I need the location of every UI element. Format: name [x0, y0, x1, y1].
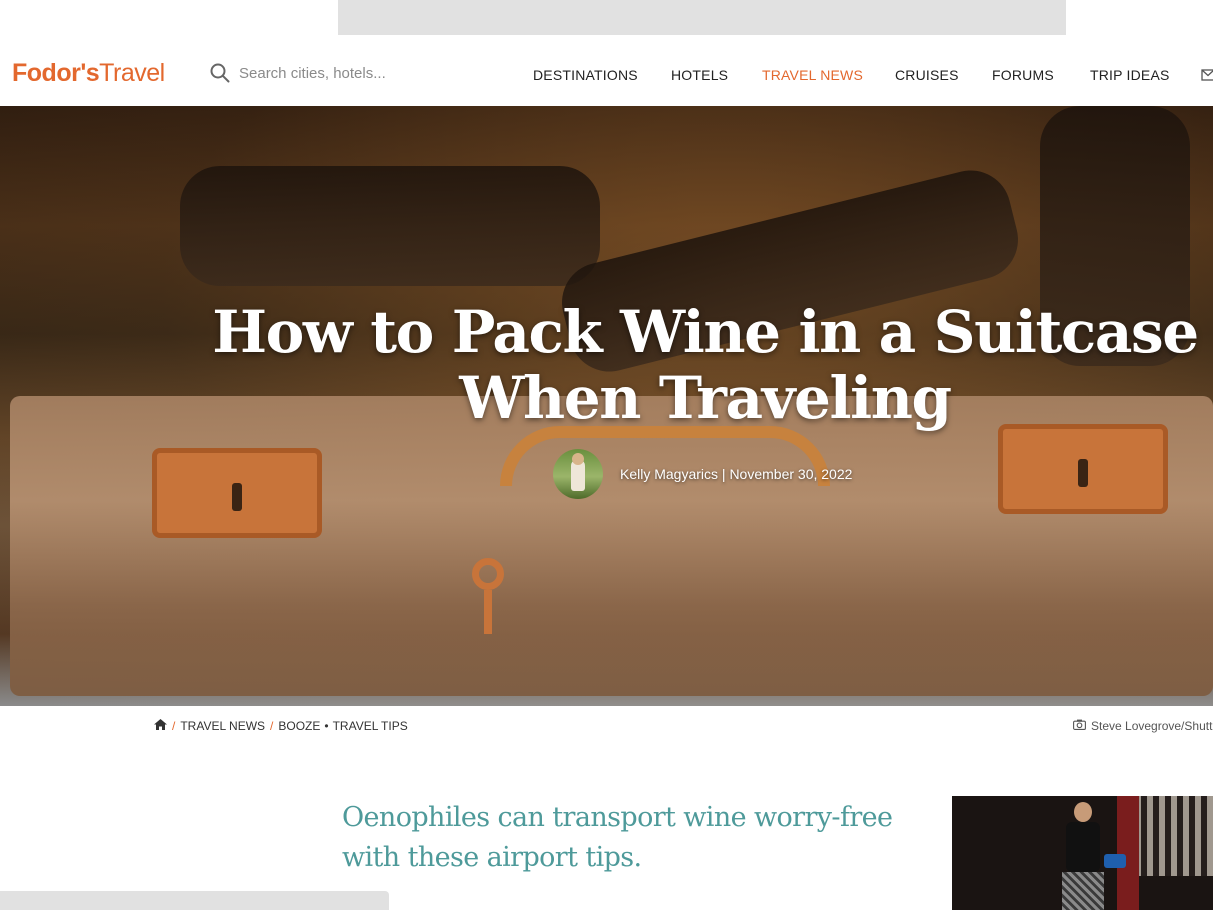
key-image [468, 558, 508, 638]
site-logo[interactable]: Fodor'sTravel [12, 59, 165, 88]
author-date[interactable]: Kelly Magyarics | November 30, 2022 [620, 466, 852, 482]
hero-image: How to Pack Wine in a Suitcase When Trav… [0, 106, 1213, 706]
breadcrumb-travel-tips[interactable]: TRAVEL TIPS [333, 719, 408, 733]
search-bar[interactable] [210, 63, 419, 83]
nav-trip-ideas[interactable]: TRIP IDEAS [1090, 67, 1170, 83]
top-ad-banner[interactable] [338, 0, 1066, 35]
nav-hotels[interactable]: HOTELS [671, 67, 728, 83]
nav-destinations[interactable]: DESTINATIONS [533, 67, 638, 83]
mail-icon[interactable] [1201, 68, 1213, 86]
search-icon[interactable] [210, 63, 230, 83]
byline: Kelly Magyarics | November 30, 2022 [553, 449, 852, 499]
suitcase-lock-image [998, 424, 1168, 514]
suitcase-lock-image [152, 448, 322, 538]
bottom-ad-banner[interactable] [0, 891, 389, 910]
logo-travel: Travel [99, 59, 165, 87]
breadcrumb: / TRAVEL NEWS / BOOZE • TRAVEL TIPS [154, 719, 408, 733]
author-avatar[interactable] [553, 449, 603, 499]
logo-brand: Fodor's [12, 59, 100, 87]
camera-icon [1073, 719, 1086, 733]
article-title: How to Pack Wine in a Suitcase When Trav… [212, 298, 1199, 432]
breadcrumb-booze[interactable]: BOOZE [278, 719, 320, 733]
wine-bottle-image [180, 166, 600, 286]
nav-travel-news[interactable]: TRAVEL NEWS [762, 67, 863, 83]
search-input[interactable] [239, 64, 419, 82]
sidebar-ad-image[interactable] [952, 796, 1213, 910]
site-header: Fodor'sTravel DESTINATIONS HOTELS TRAVEL… [0, 35, 1213, 106]
article-subtitle: Oenophiles can transport wine worry-free… [342, 802, 893, 873]
home-icon[interactable] [154, 719, 167, 733]
photo-credit-text: Steve Lovegrove/Shutt [1091, 719, 1213, 733]
nav-cruises[interactable]: CRUISES [895, 67, 959, 83]
breadcrumb-travel-news[interactable]: TRAVEL NEWS [180, 719, 265, 733]
photo-credit: Steve Lovegrove/Shutt [1073, 719, 1213, 733]
nav-forums[interactable]: FORUMS [992, 67, 1054, 83]
